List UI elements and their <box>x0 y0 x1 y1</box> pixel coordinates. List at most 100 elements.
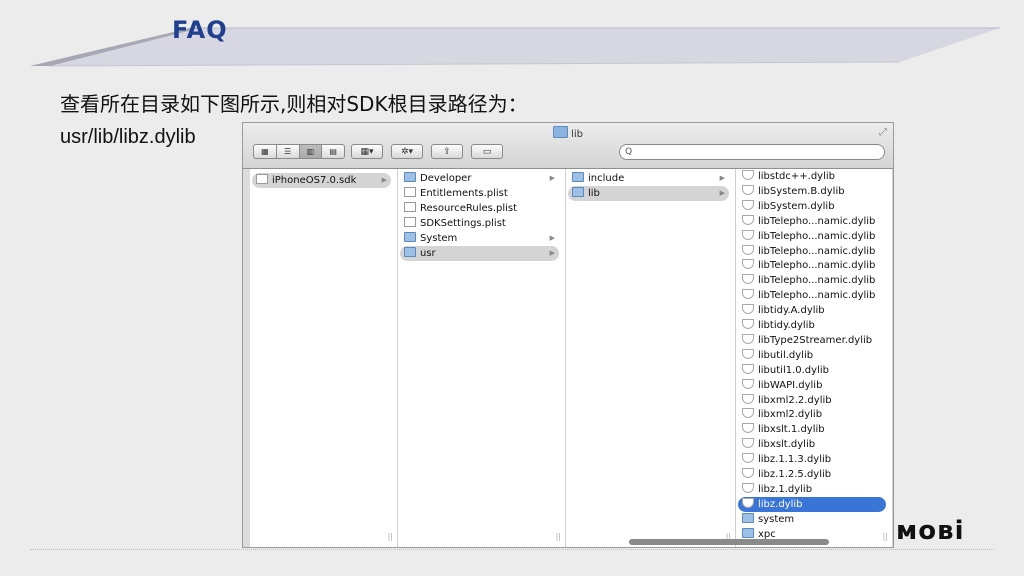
list-item-label: libTelepho...namic.dylib <box>758 290 876 302</box>
finder-toolbar: lib ⤢ ▦ ☰ ▥ ▤ ▦▾ ✲▾ ⇪ ▭ Q <box>243 123 893 169</box>
column-view-icon[interactable]: ▥ <box>299 145 323 158</box>
list-item-label: ResourceRules.plist <box>420 202 518 214</box>
page-title: FAQ <box>172 16 228 44</box>
list-item[interactable]: libType2Streamer.dylib <box>738 333 886 348</box>
column-2[interactable]: Developer ▶ Entitlements.plist ResourceRule… <box>398 169 566 547</box>
list-item[interactable]: libSystem.dylib <box>738 199 886 214</box>
list-item-label: usr <box>420 247 436 259</box>
list-item[interactable]: libSystem.B.dylib <box>738 184 886 199</box>
share-button[interactable]: ⇪ <box>431 144 463 159</box>
list-item[interactable]: libTelepho...namic.dylib <box>738 229 886 244</box>
list-item-label: libutil.dylib <box>758 349 814 361</box>
coverflow-view-icon[interactable]: ▤ <box>322 145 344 158</box>
list-item[interactable]: libz.1.1.3.dylib <box>738 452 886 467</box>
list-item[interactable]: SDKSettings.plist <box>400 216 559 231</box>
disclosure-arrow-icon: ▶ <box>719 188 725 197</box>
folder-icon <box>742 527 754 538</box>
tag-button[interactable]: ▭ <box>471 144 503 159</box>
document-icon <box>404 216 416 227</box>
list-item[interactable]: libstdc++.dylib <box>738 169 886 184</box>
column-4[interactable]: libstdc++.dylib libSystem.B.dylib libSyste… <box>736 169 893 547</box>
alias-file-icon <box>742 408 754 419</box>
list-item-label: libTelepho...namic.dylib <box>758 245 876 257</box>
list-item-label: lib <box>588 187 600 199</box>
folder-icon <box>572 186 584 197</box>
dylib-file-icon <box>742 378 754 389</box>
list-item-label: libz.1.2.5.dylib <box>758 469 832 480</box>
column-resize-handle-icon[interactable]: || <box>556 532 561 541</box>
list-item-label: libxslt.1.dylib <box>758 424 825 436</box>
window-title: lib <box>243 126 893 140</box>
column-3[interactable]: include ▶ lib ▶ || <box>566 169 736 547</box>
path-text: usr/lib/libz.dylib <box>60 126 196 148</box>
icon-view-icon[interactable]: ▦ <box>254 145 277 158</box>
column-resize-handle-icon[interactable]: || <box>388 532 393 541</box>
folder-icon <box>404 231 416 242</box>
list-item[interactable]: Entitlements.plist <box>400 186 559 201</box>
list-item[interactable]: libxml2.2.dylib <box>738 393 886 408</box>
list-item[interactable]: libtidy.A.dylib <box>738 303 886 318</box>
list-item-label: libz.1.dylib <box>758 483 813 495</box>
list-item[interactable]: libz.1.dylib <box>738 482 886 497</box>
arrange-button[interactable]: ▦▾ <box>351 144 383 159</box>
list-item-label: libSystem.dylib <box>758 200 835 212</box>
fullscreen-icon[interactable]: ⤢ <box>879 127 887 138</box>
list-item-label: libutil1.0.dylib <box>758 364 829 376</box>
list-item-label: libstdc++.dylib <box>758 171 835 182</box>
list-item[interactable]: libxslt.1.dylib <box>738 422 886 437</box>
disclosure-arrow-icon: ▶ <box>549 233 555 242</box>
list-item[interactable]: libxml2.dylib <box>738 407 886 422</box>
dylib-file-icon <box>742 244 754 255</box>
list-item-label: libTelepho...namic.dylib <box>758 230 876 242</box>
action-button[interactable]: ✲▾ <box>391 144 423 159</box>
folder-icon <box>404 246 416 257</box>
list-item[interactable]: libTelepho...namic.dylib <box>738 258 886 273</box>
list-item[interactable]: libWAPI.dylib <box>738 378 886 393</box>
list-item-label: libxml2.dylib <box>758 409 823 421</box>
list-item[interactable]: iPhoneOS7.0.sdk ▶ <box>252 173 391 188</box>
list-item-label: libtidy.A.dylib <box>758 305 825 317</box>
list-item[interactable]: Developer ▶ <box>400 171 559 186</box>
tag-icon: ▭ <box>482 146 492 157</box>
intro-text: 查看所在目录如下图所示,则相对SDK根目录路径为： <box>60 92 528 116</box>
disclosure-arrow-icon: ▶ <box>549 248 555 257</box>
list-item-label: libxml2.2.dylib <box>758 394 832 406</box>
alias-file-icon <box>742 453 754 464</box>
alias-file-icon <box>742 438 754 449</box>
arrange-icon: ▦▾ <box>360 146 374 157</box>
list-item[interactable]: libutil.dylib <box>738 348 886 363</box>
list-item[interactable]: libz.dylib <box>738 496 886 512</box>
list-item-label: system <box>758 513 795 525</box>
disclosure-arrow-icon: ▶ <box>381 176 387 184</box>
list-item[interactable]: libz.1.2.5.dylib <box>738 467 886 482</box>
column-resize-handle-icon[interactable]: || <box>883 532 888 541</box>
list-item-label: libTelepho...namic.dylib <box>758 215 876 227</box>
list-item[interactable]: libtidy.dylib <box>738 318 886 333</box>
list-view-icon[interactable]: ☰ <box>277 145 300 158</box>
list-item[interactable]: libTelepho...namic.dylib <box>738 273 886 288</box>
gear-icon: ✲▾ <box>400 146 414 157</box>
list-item[interactable]: include ▶ <box>568 171 729 186</box>
list-item-label: libTelepho...namic.dylib <box>758 275 876 287</box>
search-input[interactable]: Q <box>619 144 885 160</box>
view-mode-control[interactable]: ▦ ☰ ▥ ▤ <box>253 144 345 159</box>
horizontal-scrollbar[interactable] <box>629 539 829 545</box>
list-item[interactable]: lib ▶ <box>568 185 729 201</box>
dylib-file-icon <box>742 304 754 315</box>
alias-file-icon <box>742 170 754 180</box>
list-item[interactable]: system <box>738 512 886 527</box>
list-item[interactable]: libTelepho...namic.dylib <box>738 244 886 259</box>
dylib-file-icon <box>742 468 754 478</box>
list-item-label: include <box>588 173 625 184</box>
dylib-file-icon <box>742 274 754 285</box>
list-item[interactable]: libTelepho...namic.dylib <box>738 288 886 303</box>
list-item[interactable]: libTelepho...namic.dylib <box>738 214 886 229</box>
list-item-label: libxslt.dylib <box>758 439 816 451</box>
list-item[interactable]: System ▶ <box>400 231 559 246</box>
dylib-file-icon <box>742 229 754 240</box>
list-item[interactable]: libxslt.dylib <box>738 437 886 452</box>
list-item[interactable]: libutil1.0.dylib <box>738 363 886 378</box>
list-item[interactable]: usr ▶ <box>400 245 559 261</box>
column-1[interactable]: iPhoneOS7.0.sdk ▶ || <box>243 169 398 547</box>
list-item[interactable]: ResourceRules.plist <box>400 201 559 216</box>
